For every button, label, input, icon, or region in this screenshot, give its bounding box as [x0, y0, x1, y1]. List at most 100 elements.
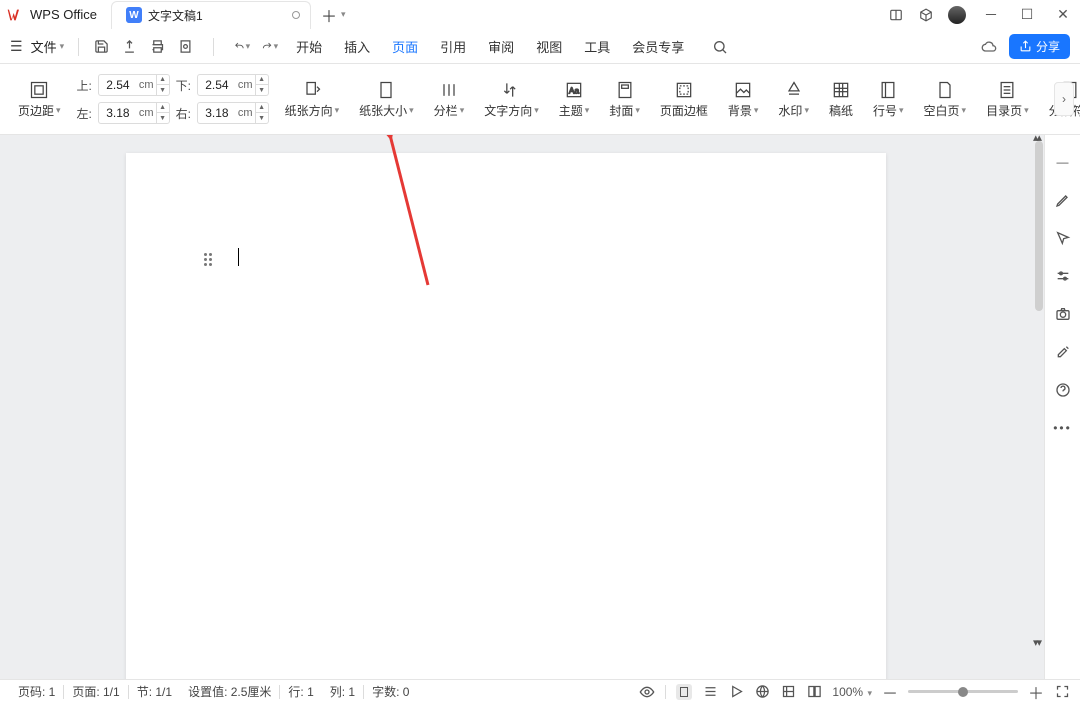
app-name: WPS Office	[30, 7, 97, 22]
reading-view-icon[interactable]	[728, 684, 744, 700]
margin-top-input[interactable]: cm▲▼	[98, 74, 170, 96]
tab-page[interactable]: 页面	[392, 33, 418, 60]
settings-slider-icon[interactable]	[1054, 267, 1072, 285]
export-icon[interactable]	[121, 39, 137, 55]
search-icon[interactable]	[712, 39, 728, 55]
tab-member[interactable]: 会员专享	[632, 33, 684, 60]
margin-values: 上: cm▲▼ 下: cm▲▼ 左: cm▲▼ 右: cm▲▼	[71, 72, 275, 126]
status-page[interactable]: 页面: 1/1	[64, 683, 127, 700]
document-canvas[interactable]: ▴▴ ▾▾	[0, 135, 1044, 679]
status-words[interactable]: 字数: 0	[364, 683, 417, 700]
minimize-button[interactable]: －	[980, 5, 1002, 25]
toc-page-button[interactable]: 目录页▾	[976, 72, 1039, 126]
hamburger-icon[interactable]: ☰	[10, 38, 23, 55]
document-page[interactable]	[126, 153, 886, 679]
page-border-button[interactable]: 页面边框	[650, 72, 718, 126]
cover-button[interactable]: 封面▾	[599, 72, 650, 126]
watermark-icon	[784, 80, 804, 100]
outline-view-icon[interactable]	[702, 684, 718, 700]
page-view-icon[interactable]	[676, 684, 692, 700]
menu-bar: ☰ 文件▾ ▾ ▾ 开始 插入 页面 引用 审阅 视图 工具 会员专享 分享	[0, 30, 1080, 64]
maximize-button[interactable]: ☐	[1016, 6, 1038, 23]
select-icon[interactable]	[1054, 229, 1072, 247]
print-icon[interactable]	[149, 39, 165, 55]
tab-review[interactable]: 审阅	[488, 33, 514, 60]
pencil-icon[interactable]	[1054, 191, 1072, 209]
tab-start[interactable]: 开始	[296, 33, 322, 60]
title-bar: WPS Office W 文字文稿1 ＋▾ － ☐ ✕	[0, 0, 1080, 30]
tab-insert[interactable]: 插入	[344, 33, 370, 60]
margin-right-label: 右:	[176, 105, 191, 122]
tab-tools[interactable]: 工具	[584, 33, 610, 60]
columns-button[interactable]: 分栏▾	[424, 72, 475, 126]
draft-icon	[831, 80, 851, 100]
cloud-icon[interactable]	[981, 39, 997, 55]
share-button[interactable]: 分享	[1009, 34, 1070, 59]
zoom-slider[interactable]	[908, 690, 1018, 693]
line-number-icon	[878, 80, 898, 100]
margin-right-input[interactable]: cm▲▼	[197, 102, 269, 124]
cover-icon	[615, 80, 635, 100]
undo-icon[interactable]: ▾	[234, 39, 250, 55]
margin-bottom-input[interactable]: cm▲▼	[197, 74, 269, 96]
web-view-icon[interactable]	[754, 684, 770, 700]
ribbon-overflow-button[interactable]: ›	[1054, 82, 1074, 116]
orientation-icon	[302, 80, 322, 100]
right-toolbar: — •••	[1044, 135, 1080, 679]
print-preview-icon[interactable]	[177, 39, 193, 55]
avatar-icon[interactable]	[948, 6, 966, 24]
more-icon[interactable]: •••	[1054, 419, 1072, 437]
close-button[interactable]: ✕	[1052, 6, 1074, 23]
orientation-button[interactable]: 纸张方向▾	[275, 72, 350, 126]
zoom-value[interactable]: 100% ▾	[832, 685, 872, 699]
new-tab-button[interactable]: ＋▾	[321, 3, 346, 27]
workspace: ▴▴ ▾▾ — •••	[0, 135, 1080, 679]
status-set-value[interactable]: 设置值: 2.5厘米	[180, 683, 279, 700]
camera-icon[interactable]	[1054, 305, 1072, 323]
paper-size-button[interactable]: 纸张大小▾	[349, 72, 424, 126]
ribbon: 页边距▾ 上: cm▲▼ 下: cm▲▼ 左: cm▲▼ 右: cm▲▼ 纸张方…	[0, 64, 1080, 135]
toc-page-icon	[997, 80, 1017, 100]
help-icon[interactable]	[1054, 381, 1072, 399]
tools-icon[interactable]	[1054, 343, 1072, 361]
text-direction-button[interactable]: 文字方向▾	[474, 72, 549, 126]
zoom-in-button[interactable]: ＋	[1028, 680, 1044, 704]
svg-text:Aa: Aa	[569, 85, 580, 95]
fullscreen-icon[interactable]	[1054, 684, 1070, 700]
cube-icon[interactable]	[918, 7, 934, 23]
panel-icon[interactable]	[888, 7, 904, 23]
unsaved-indicator-icon	[292, 11, 300, 19]
doc-type-badge: W	[126, 7, 142, 23]
background-icon	[733, 80, 753, 100]
blank-page-button[interactable]: 空白页▾	[914, 72, 977, 126]
background-button[interactable]: 背景▾	[718, 72, 769, 126]
line-number-button[interactable]: 行号▾	[863, 72, 914, 126]
status-row[interactable]: 行: 1	[280, 683, 321, 700]
layout-view-icon[interactable]	[806, 684, 822, 700]
status-section[interactable]: 节: 1/1	[129, 683, 180, 700]
zoom-out-button[interactable]: －	[882, 680, 898, 704]
theme-button[interactable]: Aa 主题▾	[549, 72, 600, 126]
margin-bottom-label: 下:	[176, 77, 191, 94]
file-menu[interactable]: 文件▾	[31, 37, 65, 56]
draft-button[interactable]: 稿纸	[819, 72, 863, 126]
app-logo-icon	[6, 6, 24, 24]
status-page-no[interactable]: 页码: 1	[10, 683, 63, 700]
margin-left-input[interactable]: cm▲▼	[98, 102, 170, 124]
theme-icon: Aa	[564, 80, 584, 100]
save-icon[interactable]	[93, 39, 109, 55]
status-col[interactable]: 列: 1	[322, 683, 363, 700]
redo-icon[interactable]: ▾	[262, 39, 278, 55]
paragraph-handle-icon[interactable]	[204, 253, 214, 265]
eye-icon[interactable]	[639, 684, 655, 700]
tab-view[interactable]: 视图	[536, 33, 562, 60]
margins-button[interactable]: 页边距▾	[8, 72, 71, 126]
watermark-button[interactable]: 水印▾	[768, 72, 819, 126]
fit-view-icon[interactable]	[780, 684, 796, 700]
divider	[213, 38, 214, 56]
document-tab[interactable]: W 文字文稿1	[111, 1, 311, 29]
collapse-icon[interactable]: —	[1054, 153, 1072, 171]
tab-reference[interactable]: 引用	[440, 33, 466, 60]
text-cursor	[238, 248, 239, 266]
vertical-scrollbar[interactable]	[1035, 141, 1043, 311]
